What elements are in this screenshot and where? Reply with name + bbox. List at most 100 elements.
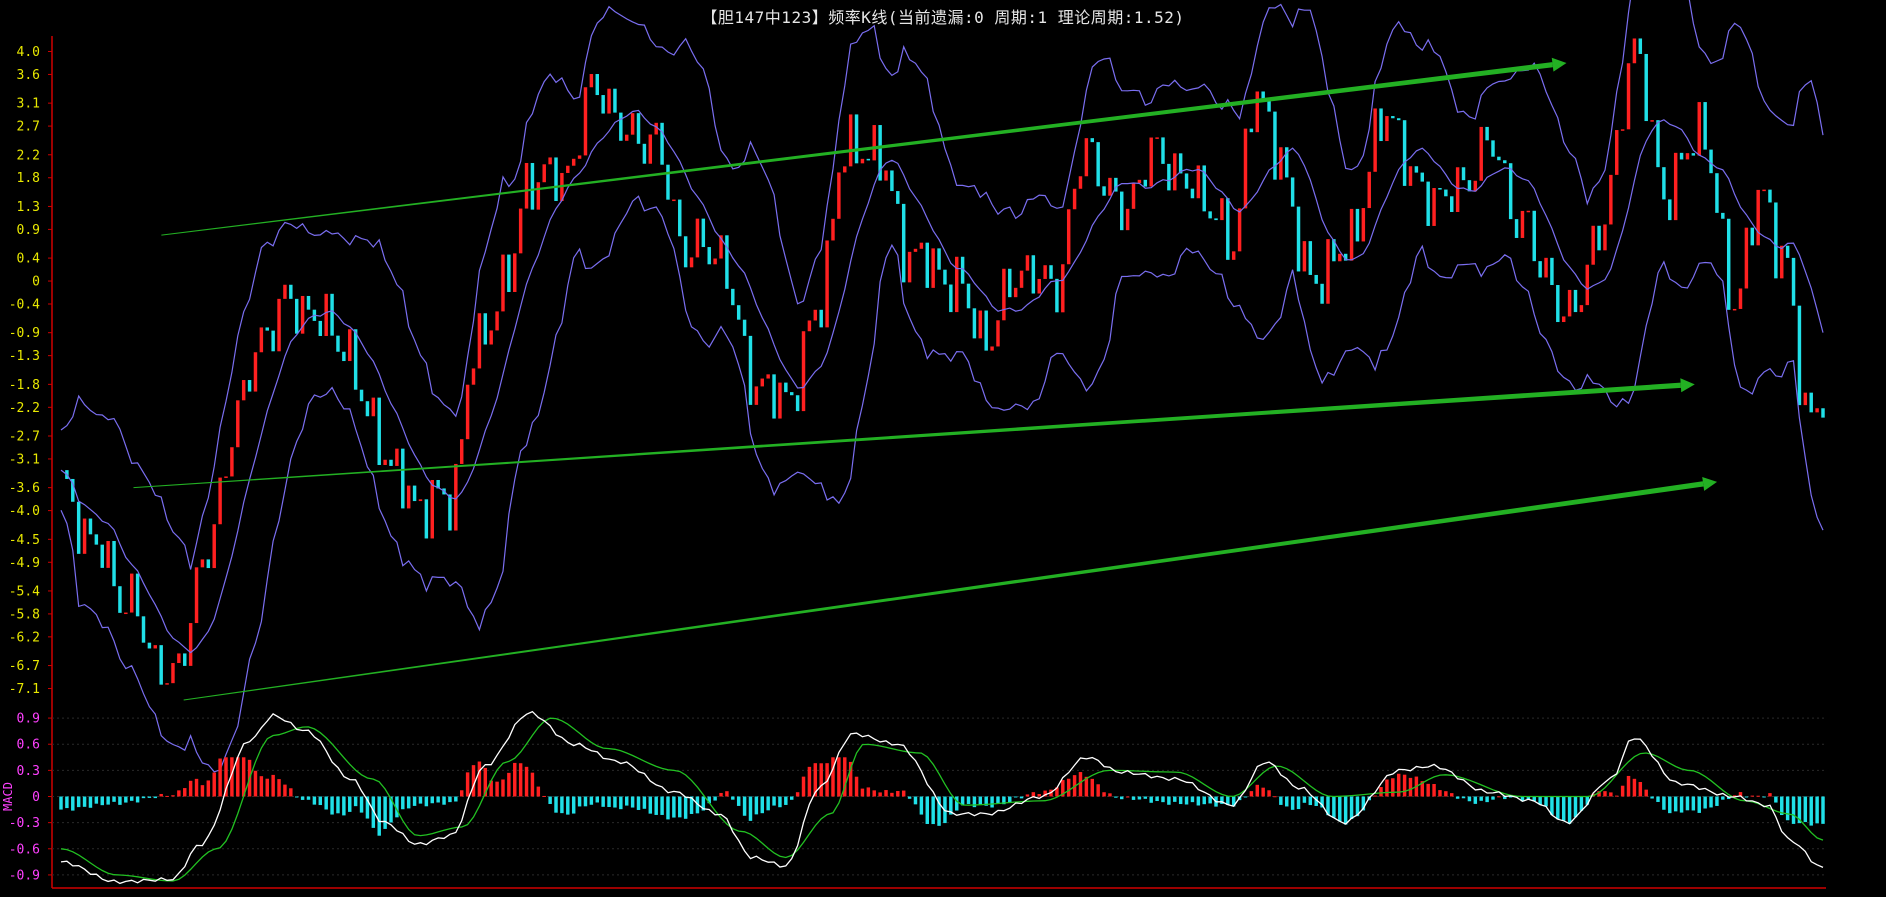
macd-bar: [1161, 796, 1165, 803]
candle: [501, 254, 505, 312]
candle: [1396, 118, 1401, 121]
macd-bar: [1561, 796, 1566, 821]
macd-bar: [754, 796, 759, 815]
macd-bar: [1615, 795, 1619, 797]
candle: [1797, 305, 1802, 406]
macd-bar: [978, 796, 983, 805]
candle: [218, 477, 222, 525]
candle: [636, 113, 641, 144]
y-tick-label: -4.9: [9, 556, 40, 571]
candle: [1774, 202, 1778, 279]
candle: [548, 157, 552, 165]
candle: [94, 534, 99, 545]
y-tick-label: 2.7: [17, 120, 40, 135]
macd-bar: [454, 796, 458, 802]
trend-arrow-shaft: [183, 481, 1704, 701]
macd-bar: [854, 776, 859, 797]
candle: [1603, 224, 1607, 251]
macd-bar: [300, 796, 305, 800]
macd-bar: [560, 796, 564, 814]
candle: [1037, 278, 1041, 294]
candle: [165, 683, 169, 685]
macd-bar: [990, 796, 994, 808]
candle: [112, 541, 116, 587]
macd-bar: [1285, 796, 1289, 807]
candle: [1532, 210, 1536, 262]
trend-arrow-shaft: [133, 382, 1681, 489]
candle: [1273, 111, 1277, 180]
macd-bar: [1013, 796, 1018, 798]
macd-bar: [1202, 796, 1206, 805]
y-tick-label: 0: [32, 275, 40, 290]
macd-bar: [348, 796, 352, 812]
macd-bar: [660, 796, 664, 815]
candle: [731, 288, 735, 306]
candle: [1485, 126, 1489, 141]
macd-bar: [683, 796, 688, 819]
macd-tick-label: 0.9: [17, 712, 40, 727]
macd-bar: [1096, 784, 1100, 797]
macd-bar: [636, 796, 641, 810]
candle: [495, 311, 499, 331]
candle: [1503, 160, 1507, 164]
macd-bar: [153, 796, 158, 799]
macd-bar: [1473, 796, 1478, 804]
macd-bar: [59, 796, 63, 810]
candle: [872, 125, 876, 161]
macd-bar: [931, 796, 935, 825]
candle: [1721, 212, 1725, 219]
macd-bar: [1102, 792, 1106, 797]
candle: [571, 158, 576, 166]
macd-tick-label: -0.3: [9, 816, 40, 831]
macd-bar: [188, 780, 193, 797]
macd-tick-label: 0: [32, 790, 40, 805]
candle: [896, 191, 900, 204]
candle: [1102, 186, 1106, 196]
candle: [1373, 108, 1377, 172]
macd-bar: [383, 796, 387, 829]
candle: [483, 313, 488, 345]
candle: [660, 122, 664, 165]
candle: [1526, 210, 1531, 213]
candle: [1261, 91, 1265, 99]
macd-bar: [459, 790, 464, 797]
candle: [88, 518, 93, 535]
candle: [990, 346, 994, 351]
candle: [1220, 198, 1224, 221]
macd-bar: [412, 796, 417, 806]
macd-bar: [530, 772, 535, 797]
macd-bar: [442, 796, 446, 805]
macd-bar: [406, 796, 411, 809]
candle: [966, 283, 971, 309]
candle: [1078, 176, 1083, 189]
candle: [1025, 255, 1030, 271]
candle: [642, 143, 647, 164]
y-tick-label: -1.8: [9, 378, 40, 393]
macd-bar: [1131, 796, 1136, 800]
candle: [1544, 257, 1548, 278]
macd-bar: [589, 796, 594, 805]
candle: [430, 479, 434, 539]
macd-bar: [124, 796, 128, 803]
candle: [124, 612, 128, 615]
macd-bar: [430, 796, 434, 804]
candle: [654, 122, 658, 135]
candle: [1349, 208, 1354, 261]
macd-bar: [872, 790, 876, 797]
macd-bar: [1750, 795, 1755, 797]
macd-bar: [1485, 796, 1489, 803]
candle: [1685, 153, 1690, 160]
candle: [271, 330, 275, 352]
macd-bar: [1785, 796, 1790, 821]
macd-bar: [1019, 796, 1024, 799]
candle: [330, 293, 334, 336]
candle: [389, 459, 393, 466]
y-tick-label: -5.8: [9, 607, 40, 622]
candle: [1084, 138, 1089, 177]
macd-bar: [177, 790, 181, 797]
macd-bar: [1273, 796, 1277, 798]
macd-bar: [678, 796, 682, 818]
macd-bar: [648, 796, 653, 814]
candle: [848, 114, 853, 167]
macd-bar: [725, 791, 729, 797]
